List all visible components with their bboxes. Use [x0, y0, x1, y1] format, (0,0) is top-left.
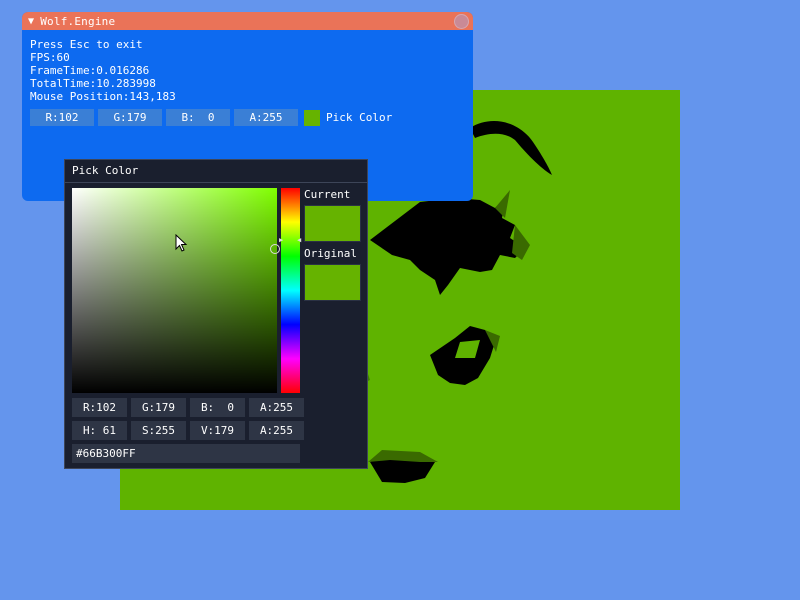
hue-marker-left-icon: ▶ — [279, 236, 284, 244]
mouse-position-text: Mouse Position:143,183 — [30, 90, 176, 103]
saturation-value-square[interactable] — [72, 188, 277, 393]
color-picker-popup[interactable]: Pick Color ▶ ◀ Current Original R:102 G:… — [64, 159, 368, 469]
hue-slider[interactable] — [281, 188, 300, 393]
current-label: Current — [304, 188, 351, 201]
triangle-down-icon[interactable]: ▼ — [28, 16, 34, 27]
picker-title: Pick Color — [65, 160, 367, 183]
window-title: Wolf.Engine — [40, 14, 116, 28]
total-time-text: TotalTime:10.283998 — [30, 77, 156, 90]
picker-value-field[interactable]: V:179 — [190, 421, 245, 440]
picker-blue-field[interactable]: B: 0 — [190, 398, 245, 417]
original-label: Original — [304, 247, 357, 260]
hex-input[interactable]: #66B300FF — [72, 444, 300, 463]
green-field[interactable]: G:179 — [98, 109, 162, 126]
frame-time-text: FrameTime:0.016286 — [30, 64, 150, 77]
color-swatch-button[interactable] — [304, 109, 320, 126]
picker-red-field[interactable]: R:102 — [72, 398, 127, 417]
color-edit-row: R:102 G:179 B: 0 A:255 Pick Color — [30, 109, 392, 126]
sv-picker-handle[interactable] — [270, 244, 280, 254]
blue-field[interactable]: B: 0 — [166, 109, 230, 126]
close-circle-icon[interactable] — [454, 14, 469, 29]
picker-hue-field[interactable]: H: 61 — [72, 421, 127, 440]
hue-marker-right-icon: ◀ — [297, 236, 302, 244]
fps-text: FPS:60 — [30, 51, 70, 64]
alpha-field[interactable]: A:255 — [234, 109, 298, 126]
picker-rgb-row: R:102 G:179 B: 0 A:255 — [72, 398, 308, 417]
original-color-swatch[interactable] — [304, 264, 361, 301]
picker-hsv-row: H: 61 S:255 V:179 A:255 — [72, 421, 308, 440]
picker-alpha-field[interactable]: A:255 — [249, 398, 304, 417]
picker-hsv-alpha-field[interactable]: A:255 — [249, 421, 304, 440]
picker-saturation-field[interactable]: S:255 — [131, 421, 186, 440]
red-field[interactable]: R:102 — [30, 109, 94, 126]
mouse-pointer-icon — [175, 234, 188, 252]
stats-panel: Press Esc to exit FPS:60 FrameTime:0.016… — [22, 30, 473, 103]
window-title-bar[interactable]: ▼ Wolf.Engine — [22, 12, 473, 30]
color-edit-label: Pick Color — [326, 111, 393, 124]
current-color-swatch — [304, 205, 361, 242]
exit-hint: Press Esc to exit — [30, 38, 143, 51]
picker-green-field[interactable]: G:179 — [131, 398, 186, 417]
